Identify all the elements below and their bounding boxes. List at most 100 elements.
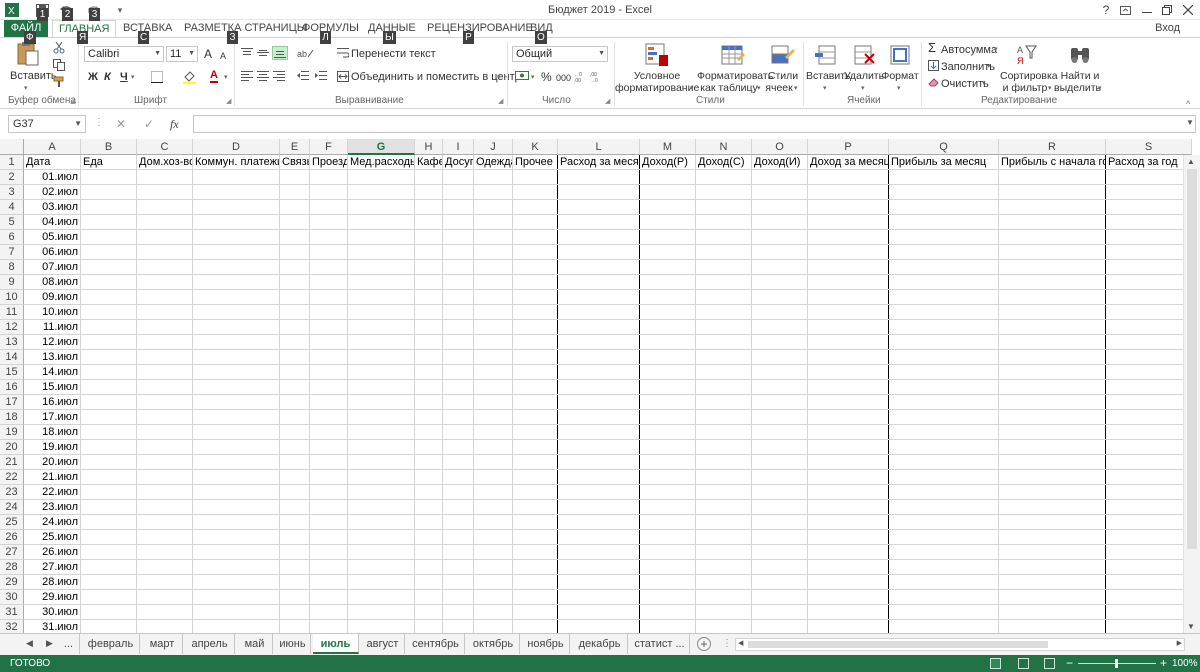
date-cell[interactable]: 25.июл xyxy=(24,530,80,545)
close-icon[interactable] xyxy=(1177,1,1199,19)
date-cell[interactable]: 10.июл xyxy=(24,305,80,320)
row-header[interactable]: 24 xyxy=(0,500,24,515)
sheet-tab[interactable]: сентябрь xyxy=(407,634,465,654)
column-header-m[interactable]: M xyxy=(640,139,696,155)
scroll-right-icon[interactable]: ▶ xyxy=(1177,639,1182,647)
date-cell[interactable]: 16.июл xyxy=(24,395,80,410)
clipboard-launcher-icon[interactable]: ◢ xyxy=(70,98,77,105)
column-header-q[interactable]: Q xyxy=(889,139,999,155)
percent-button[interactable]: % xyxy=(541,71,552,83)
header-cell[interactable]: Мед.расходы xyxy=(348,155,414,170)
sheet-next-icon[interactable]: ▶ xyxy=(46,638,53,649)
row-header[interactable]: 11 xyxy=(0,305,24,320)
find-select-icon[interactable] xyxy=(1068,42,1092,68)
format-painter-icon[interactable] xyxy=(52,75,66,89)
tab-split-icon[interactable]: ⋮ xyxy=(722,638,732,649)
merge-dropdown-icon[interactable]: ▾ xyxy=(497,72,501,84)
date-cell[interactable]: 27.июл xyxy=(24,560,80,575)
date-cell[interactable]: 24.июл xyxy=(24,515,80,530)
column-header-r[interactable]: R xyxy=(999,139,1106,155)
clear-dropdown-icon[interactable]: ▾ xyxy=(982,78,986,90)
date-cell[interactable]: 23.июл xyxy=(24,500,80,515)
column-header-e[interactable]: E xyxy=(280,139,310,155)
date-cell[interactable]: 04.июл xyxy=(24,215,80,230)
name-box[interactable]: G37 ▼ xyxy=(8,115,86,133)
paste-icon[interactable] xyxy=(12,41,44,67)
format-as-table-dropdown-icon[interactable]: ▾ xyxy=(757,83,761,95)
row-header[interactable]: 25 xyxy=(0,515,24,530)
date-cell[interactable]: 02.июл xyxy=(24,185,80,200)
minimize-icon[interactable] xyxy=(1136,1,1158,19)
fill-color-icon[interactable] xyxy=(182,70,196,84)
sheet-tab[interactable]: ... xyxy=(58,634,80,654)
sheet-tab[interactable]: март xyxy=(142,634,183,654)
column-header-s[interactable]: S xyxy=(1106,139,1192,155)
increase-decimal-icon[interactable]: ←0,00 xyxy=(574,70,588,82)
date-cell[interactable]: 18.июл xyxy=(24,425,80,440)
horizontal-scroll-thumb[interactable] xyxy=(748,641,1048,648)
paste-label[interactable]: Вставить xyxy=(10,70,57,82)
delete-cells-dropdown-icon[interactable]: ▾ xyxy=(861,83,865,95)
delete-cells-label[interactable]: Удалить xyxy=(844,70,884,82)
ribbon-options-icon[interactable] xyxy=(1114,1,1136,19)
date-cell[interactable]: 20.июл xyxy=(24,455,80,470)
date-cell[interactable]: 31.июл xyxy=(24,620,80,633)
horizontal-scrollbar[interactable]: ◀ ▶ xyxy=(735,638,1185,651)
autosum-dropdown-icon[interactable]: ▾ xyxy=(994,44,998,56)
conditional-formatting-label-1[interactable]: Условное xyxy=(621,70,693,82)
normal-view-icon[interactable] xyxy=(990,658,1001,669)
number-format-combo[interactable]: Общий ▼ xyxy=(512,46,608,62)
shrink-font-button[interactable]: A xyxy=(220,50,226,62)
align-top-icon[interactable] xyxy=(240,47,254,59)
date-cell[interactable]: 22.июл xyxy=(24,485,80,500)
format-cells-icon[interactable] xyxy=(888,42,912,68)
find-select-dropdown-icon[interactable]: ▾ xyxy=(1098,83,1102,95)
row-header[interactable]: 22 xyxy=(0,470,24,485)
sort-filter-label-1[interactable]: Сортировка xyxy=(1000,70,1058,82)
row-header[interactable]: 20 xyxy=(0,440,24,455)
date-cell[interactable]: 11.июл xyxy=(24,320,80,335)
currency-icon[interactable] xyxy=(514,69,530,83)
format-cells-dropdown-icon[interactable]: ▾ xyxy=(897,83,901,95)
align-middle-icon[interactable] xyxy=(256,47,270,59)
wrap-text-button[interactable]: Перенести текст xyxy=(351,48,436,60)
date-cell[interactable]: 13.июл xyxy=(24,350,80,365)
row-header[interactable]: 7 xyxy=(0,245,24,260)
row-header[interactable]: 29 xyxy=(0,575,24,590)
decrease-decimal-icon[interactable]: ,00 →0 xyxy=(590,70,604,82)
row-header[interactable]: 14 xyxy=(0,350,24,365)
row-header[interactable]: 6 xyxy=(0,230,24,245)
date-cell[interactable]: 29.июл xyxy=(24,590,80,605)
thousands-button[interactable]: 000 xyxy=(556,72,571,84)
header-cell[interactable]: Доход за месяц xyxy=(808,155,888,170)
sheet-tab[interactable]: май xyxy=(237,634,273,654)
scroll-left-icon[interactable]: ◀ xyxy=(738,639,743,647)
find-select-label-1[interactable]: Найти и xyxy=(1058,70,1102,82)
column-header-f[interactable]: F xyxy=(310,139,348,155)
row-header[interactable]: 16 xyxy=(0,380,24,395)
page-layout-view-icon[interactable] xyxy=(1018,658,1029,669)
column-header-o[interactable]: O xyxy=(752,139,808,155)
date-cell[interactable]: 17.июл xyxy=(24,410,80,425)
row-header[interactable]: 12 xyxy=(0,320,24,335)
header-cell[interactable]: Доход(С) xyxy=(696,155,751,170)
copy-icon[interactable] xyxy=(52,58,66,72)
grow-font-button[interactable]: A xyxy=(204,48,212,60)
underline-button[interactable]: Ч xyxy=(120,71,128,83)
format-as-table-label-2[interactable]: как таблицу xyxy=(699,82,759,94)
sort-filter-label-2[interactable]: и фильтр xyxy=(1000,82,1050,94)
row-header[interactable]: 32 xyxy=(0,620,24,633)
date-cell[interactable]: 06.июл xyxy=(24,245,80,260)
row-header[interactable]: 28 xyxy=(0,560,24,575)
cell-styles-dropdown-icon[interactable]: ▾ xyxy=(794,83,798,95)
row-header[interactable]: 31 xyxy=(0,605,24,620)
paste-dropdown-icon[interactable]: ▾ xyxy=(24,83,28,95)
eraser-icon[interactable] xyxy=(927,76,939,88)
row-header[interactable]: 1 xyxy=(0,155,24,170)
header-cell[interactable]: Доход(И) xyxy=(752,155,807,170)
date-cell[interactable]: 03.июл xyxy=(24,200,80,215)
sheet-tab[interactable]: август xyxy=(361,634,405,654)
date-cell[interactable]: 30.июл xyxy=(24,605,80,620)
fill-dropdown-icon[interactable]: ▾ xyxy=(987,61,991,73)
column-header-i[interactable]: I xyxy=(443,139,474,155)
